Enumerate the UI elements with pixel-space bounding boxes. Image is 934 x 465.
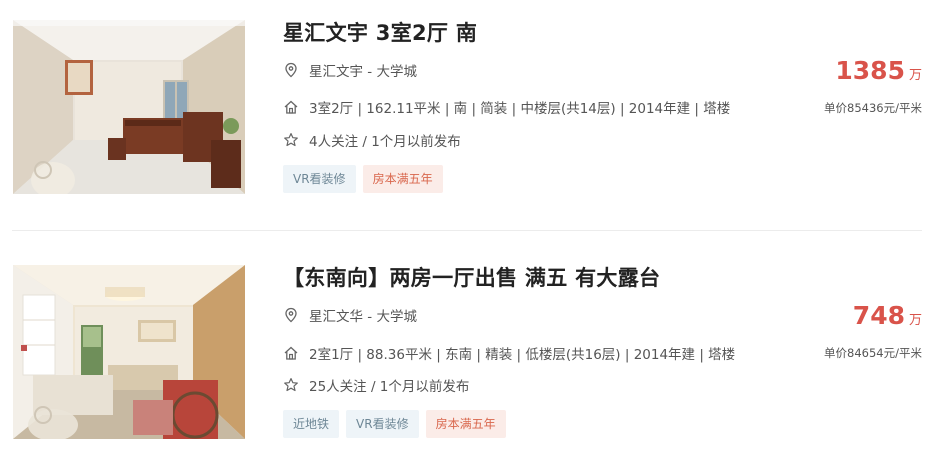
unit-price: 单价85436元/平米 — [824, 101, 922, 115]
house-icon — [283, 99, 299, 115]
location-pin-icon — [283, 307, 299, 323]
community-row: 星汇文华 - 大学城 — [283, 305, 417, 325]
unit-price: 单价84654元/平米 — [824, 346, 922, 360]
follow-info-row: 4人关注 / 1个月以前发布 — [283, 130, 461, 150]
listing-title[interactable]: 星汇文宇 3室2厅 南 — [283, 17, 477, 47]
listing-title[interactable]: 【东南向】两房一厅出售 满五 有大露台 — [283, 262, 660, 292]
tag-vr: VR看装修 — [346, 410, 419, 438]
house-info: 2室1厅 | 88.36平米 | 东南 | 精装 | 低楼层(共16层) | 2… — [309, 347, 736, 363]
follow-info: 25人关注 / 1个月以前发布 — [309, 379, 470, 395]
listing-photo[interactable] — [13, 265, 245, 439]
living-room-photo — [13, 265, 245, 439]
follow-info: 4人关注 / 1个月以前发布 — [309, 134, 461, 150]
tag-vr: VR看装修 — [283, 165, 356, 193]
total-price-unit: 万 — [908, 313, 922, 328]
listing-card[interactable]: 【东南向】两房一厅出售 满五 有大露台 星汇文华 - 大学城 2室1厅 | 88… — [0, 245, 934, 465]
total-price-unit: 万 — [908, 68, 922, 83]
tag-five-years: 房本满五年 — [362, 165, 443, 193]
star-icon — [283, 132, 299, 148]
listing-photo[interactable] — [13, 20, 245, 194]
house-info: 3室2厅 | 162.11平米 | 南 | 简装 | 中楼层(共14层) | 2… — [309, 101, 731, 117]
house-icon — [283, 345, 299, 361]
follow-info-row: 25人关注 / 1个月以前发布 — [283, 375, 469, 395]
star-icon — [283, 377, 299, 393]
listing-divider — [12, 230, 922, 231]
total-price-value: 748 — [852, 301, 905, 330]
tag-list: 近地铁 VR看装修 房本满五年 — [283, 410, 506, 438]
total-price: 748 万 — [853, 301, 922, 330]
listing-card[interactable]: 星汇文宇 3室2厅 南 星汇文宇 - 大学城 3室2厅 | 162.11平米 |… — [0, 0, 934, 230]
house-info-row: 3室2厅 | 162.11平米 | 南 | 简装 | 中楼层(共14层) | 2… — [283, 97, 730, 117]
community-link[interactable]: 星汇文宇 - 大学城 — [309, 60, 417, 80]
living-room-photo — [13, 20, 245, 194]
total-price-value: 1385 — [835, 56, 905, 85]
house-info-row: 2室1厅 | 88.36平米 | 东南 | 精装 | 低楼层(共16层) | 2… — [283, 343, 735, 363]
community-row: 星汇文宇 - 大学城 — [283, 60, 417, 80]
tag-five-years: 房本满五年 — [425, 410, 506, 438]
tag-near-subway: 近地铁 — [283, 410, 340, 438]
community-link[interactable]: 星汇文华 - 大学城 — [309, 305, 417, 325]
location-pin-icon — [283, 62, 299, 78]
tag-list: VR看装修 房本满五年 — [283, 165, 443, 193]
total-price: 1385 万 — [835, 56, 922, 85]
